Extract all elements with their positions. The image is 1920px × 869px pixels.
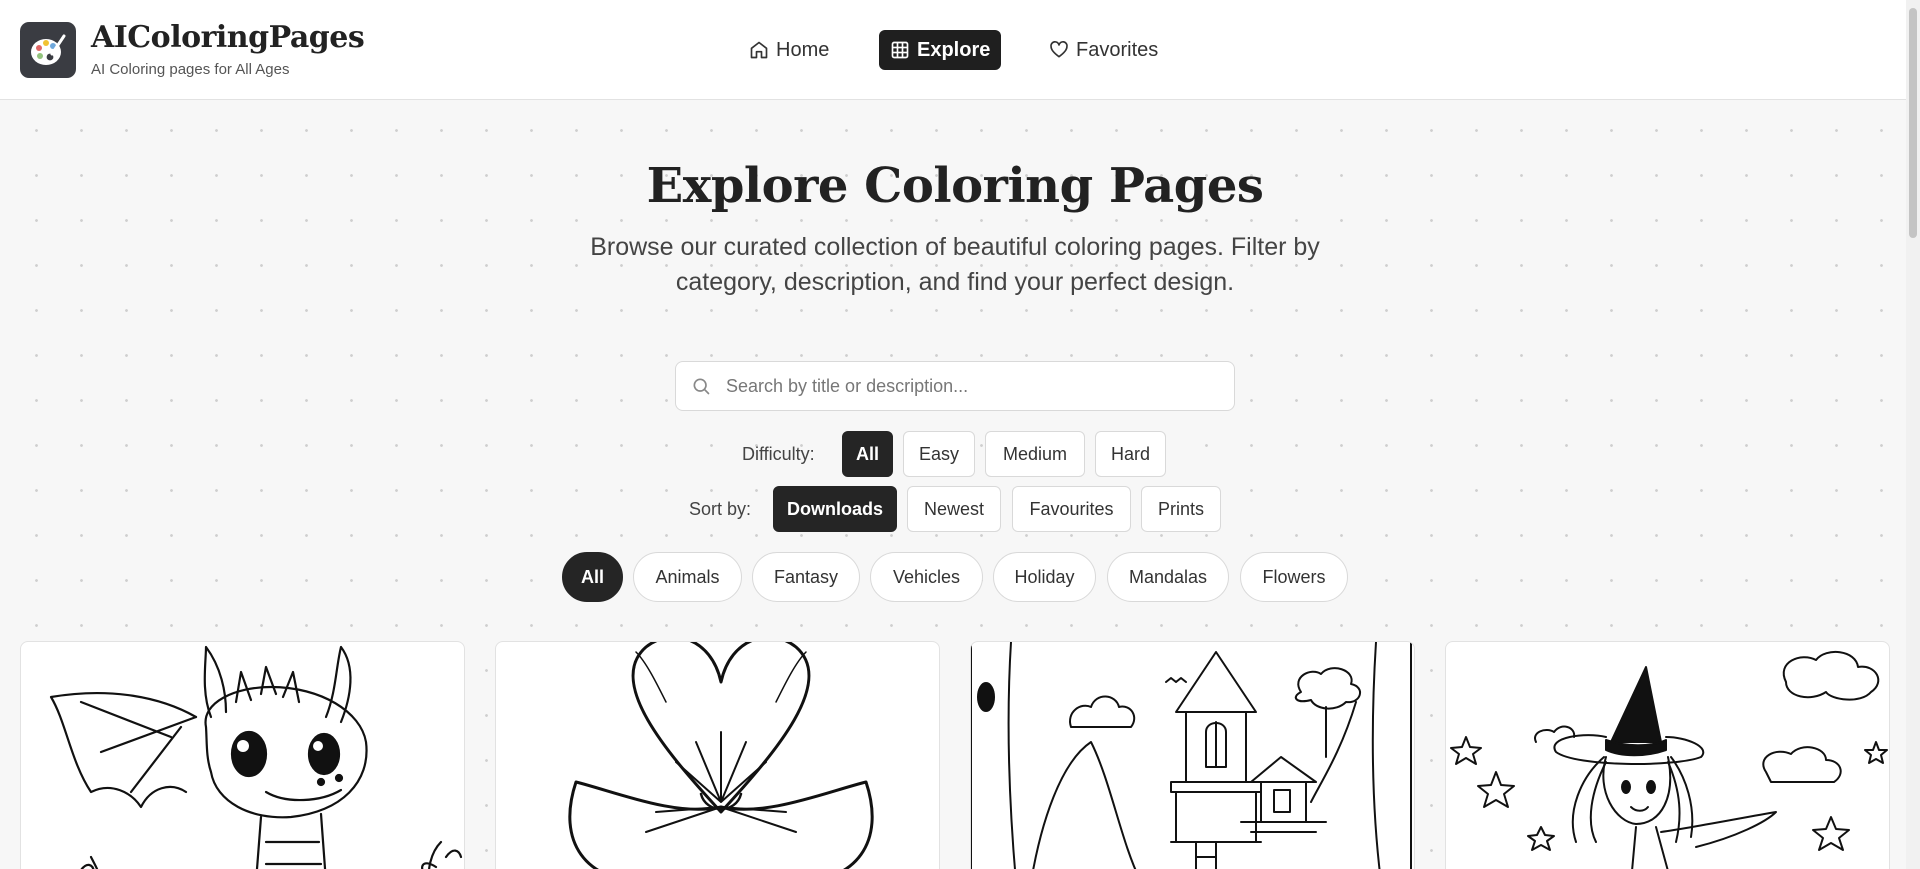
search-bar[interactable] bbox=[675, 361, 1235, 411]
category-animals[interactable]: Animals bbox=[633, 552, 742, 602]
top-header: AIColoringPages AI Coloring pages for Al… bbox=[0, 0, 1920, 100]
sort-newest[interactable]: Newest bbox=[907, 486, 1001, 532]
grid-icon bbox=[891, 41, 909, 59]
category-vehicles[interactable]: Vehicles bbox=[870, 552, 983, 602]
flower-illustration bbox=[568, 642, 874, 869]
home-icon bbox=[750, 41, 768, 59]
page-title: Explore Coloring Pages bbox=[646, 158, 1264, 214]
category-holiday[interactable]: Holiday bbox=[993, 552, 1096, 602]
difficulty-easy[interactable]: Easy bbox=[903, 431, 975, 477]
witch-illustration bbox=[1450, 651, 1888, 869]
nav-home-label: Home bbox=[776, 38, 830, 61]
coloring-card-treehouse[interactable] bbox=[970, 641, 1415, 869]
difficulty-hard[interactable]: Hard bbox=[1095, 431, 1166, 477]
treehouse-illustration bbox=[971, 642, 1412, 869]
page-description: Browse our curated collection of beautif… bbox=[590, 233, 1320, 296]
dragon-illustration bbox=[49, 645, 463, 869]
sort-label: Sort by: bbox=[689, 498, 752, 519]
nav-favorites[interactable]: Favorites bbox=[1038, 30, 1169, 70]
category-flowers[interactable]: Flowers bbox=[1240, 552, 1348, 602]
coloring-card-witch[interactable] bbox=[1445, 641, 1890, 869]
sort-downloads[interactable]: Downloads bbox=[773, 486, 897, 532]
nav-explore[interactable]: Explore bbox=[879, 30, 1002, 70]
difficulty-label: Difficulty: bbox=[742, 443, 815, 464]
main-nav: Home Explore Favorites bbox=[0, 30, 1920, 70]
heart-icon bbox=[1050, 41, 1068, 58]
category-fantasy[interactable]: Fantasy bbox=[752, 552, 860, 602]
sort-favourites[interactable]: Favourites bbox=[1012, 486, 1131, 532]
nav-explore-label: Explore bbox=[917, 38, 991, 61]
category-mandalas[interactable]: Mandalas bbox=[1107, 552, 1229, 602]
search-input[interactable] bbox=[726, 375, 1216, 397]
nav-favorites-label: Favorites bbox=[1076, 38, 1159, 61]
coloring-card-dragon[interactable] bbox=[20, 641, 465, 869]
page-scrollbar[interactable] bbox=[1906, 0, 1920, 869]
difficulty-medium[interactable]: Medium bbox=[985, 431, 1085, 477]
category-all[interactable]: All bbox=[562, 552, 623, 602]
difficulty-all[interactable]: All bbox=[842, 431, 893, 477]
coloring-card-flower[interactable] bbox=[495, 641, 940, 869]
search-icon bbox=[693, 378, 710, 395]
nav-home[interactable]: Home bbox=[738, 30, 840, 70]
sort-prints[interactable]: Prints bbox=[1141, 486, 1221, 532]
scrollbar-thumb[interactable] bbox=[1909, 8, 1917, 238]
